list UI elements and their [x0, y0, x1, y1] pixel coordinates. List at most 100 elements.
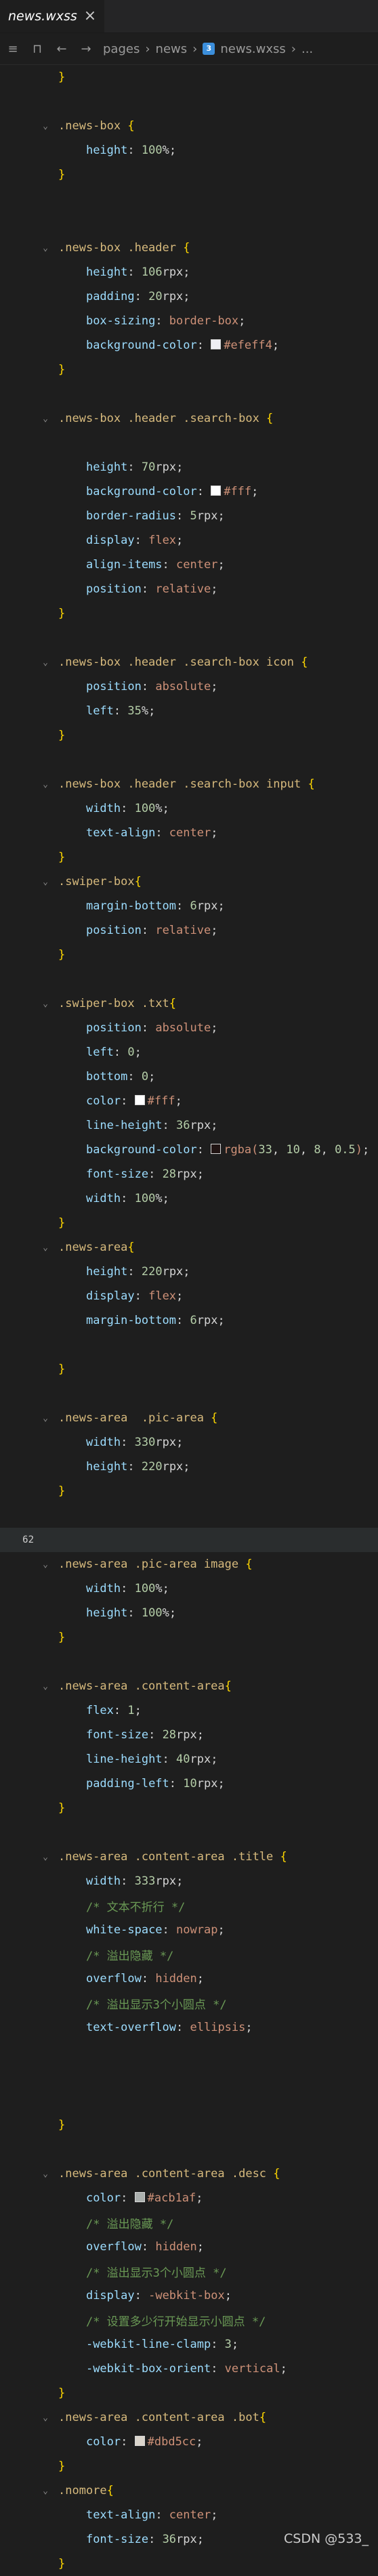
color-swatch[interactable] — [135, 2436, 145, 2446]
code-line[interactable]: display: flex; — [0, 528, 378, 553]
code-line[interactable]: overflow: hidden; — [0, 2235, 378, 2259]
code-line[interactable] — [0, 431, 378, 455]
code-line[interactable]: /* 文本不折行 */ — [0, 1893, 378, 1918]
code-line[interactable] — [0, 89, 378, 114]
code-line[interactable]: margin-bottom: 6rpx; — [0, 1308, 378, 1333]
code-line[interactable]: margin-bottom: 6rpx; — [0, 894, 378, 918]
code-line[interactable]: font-size: 28rpx; — [0, 1723, 378, 1747]
code-line[interactable] — [0, 382, 378, 406]
fold-chevron-icon[interactable]: ⌄ — [39, 779, 51, 790]
breadcrumb-item[interactable]: ... — [301, 42, 313, 56]
code-line[interactable]: align-items: center; — [0, 553, 378, 577]
code-line[interactable]: ⌄.swiper-box{ — [0, 870, 378, 894]
code-line[interactable]: } — [0, 1479, 378, 1503]
code-line[interactable]: width: 333rpx; — [0, 1869, 378, 1893]
code-line[interactable]: ⌄.news-area .pic-area { — [0, 1406, 378, 1430]
code-line[interactable]: width: 100%; — [0, 796, 378, 821]
code-line[interactable]: ⌄.news-area .content-area{ — [0, 1674, 378, 1698]
code-line[interactable]: color: #acb1af; — [0, 2186, 378, 2210]
code-line[interactable]: ⌄.nomore{ — [0, 2478, 378, 2503]
code-line[interactable]: display: flex; — [0, 1284, 378, 1308]
code-line[interactable]: font-size: 28rpx; — [0, 1162, 378, 1186]
code-line[interactable]: ⌄.news-area{ — [0, 1235, 378, 1260]
code-line[interactable]: ⌄.news-box .header .search-box { — [0, 406, 378, 431]
code-line[interactable] — [0, 967, 378, 991]
code-line[interactable]: background-color: #fff; — [0, 479, 378, 504]
code-line[interactable]: ⌄.news-box .header { — [0, 236, 378, 260]
code-line[interactable]: line-height: 40rpx; — [0, 1747, 378, 1772]
color-swatch[interactable] — [211, 339, 221, 349]
forward-arrow-icon[interactable]: → — [79, 42, 93, 56]
code-line[interactable] — [0, 2088, 378, 2113]
code-line[interactable]: position: absolute; — [0, 674, 378, 699]
tab-news-wxss[interactable]: news.wxss × — [0, 0, 104, 33]
code-editor[interactable]: } ⌄.news-box { height: 100%;} ⌄.news-box .… — [0, 65, 378, 2576]
fold-chevron-icon[interactable]: ⌄ — [39, 121, 51, 131]
breadcrumb-item[interactable]: news — [156, 42, 188, 56]
code-line[interactable]: -webkit-box-orient: vertical; — [0, 2357, 378, 2381]
code-line[interactable] — [0, 1381, 378, 1406]
code-line[interactable]: -webkit-line-clamp: 3; — [0, 2332, 378, 2357]
menu-icon[interactable]: ≡ — [5, 42, 20, 56]
code-line[interactable]: ⌄.news-area .pic-area image { — [0, 1552, 378, 1576]
code-line[interactable]: left: 0; — [0, 1040, 378, 1065]
color-swatch[interactable] — [211, 1144, 221, 1154]
fold-chevron-icon[interactable]: ⌄ — [39, 2413, 51, 2423]
fold-chevron-icon[interactable]: ⌄ — [39, 243, 51, 253]
code-line[interactable]: box-sizing: border-box; — [0, 309, 378, 333]
code-line[interactable]: } — [0, 845, 378, 870]
code-line[interactable]: ⌄.swiper-box .txt{ — [0, 991, 378, 1016]
fold-chevron-icon[interactable]: ⌄ — [39, 877, 51, 887]
code-line[interactable] — [0, 1503, 378, 1528]
fold-chevron-icon[interactable]: ⌄ — [39, 658, 51, 668]
code-line[interactable]: } — [0, 1357, 378, 1381]
code-line[interactable]: width: 100%; — [0, 1576, 378, 1601]
color-swatch[interactable] — [135, 1095, 145, 1105]
code-line[interactable]: color: #dbd5cc; — [0, 2430, 378, 2454]
breadcrumb-item[interactable]: news.wxss — [220, 42, 285, 56]
code-line[interactable]: height: 106rpx; — [0, 260, 378, 284]
fold-chevron-icon[interactable]: ⌄ — [39, 2486, 51, 2496]
fold-chevron-icon[interactable]: ⌄ — [39, 1413, 51, 1423]
fold-chevron-icon[interactable]: ⌄ — [39, 1852, 51, 1862]
code-line[interactable]: } — [0, 2552, 378, 2576]
code-line[interactable]: flex: 1; — [0, 1698, 378, 1723]
code-line[interactable]: } — [0, 601, 378, 626]
code-line[interactable]: height: 220rpx; — [0, 1260, 378, 1284]
code-line[interactable]: /* 溢出显示3个小圆点 */ — [0, 2259, 378, 2283]
code-line[interactable]: text-overflow: ellipsis; — [0, 2015, 378, 2040]
fold-chevron-icon[interactable]: ⌄ — [39, 1681, 51, 1692]
code-line[interactable]: overflow: hidden; — [0, 1967, 378, 1991]
fold-chevron-icon[interactable]: ⌄ — [39, 1560, 51, 1570]
fold-chevron-icon[interactable]: ⌄ — [39, 1243, 51, 1253]
code-line[interactable]: } — [0, 723, 378, 748]
code-line[interactable]: /* 溢出显示3个小圆点 */ — [0, 1991, 378, 2015]
code-line[interactable]: height: 100%; — [0, 1601, 378, 1625]
code-line[interactable]: } — [0, 358, 378, 382]
code-line[interactable]: /* 设置多少行开始显示小圆点 */ — [0, 2308, 378, 2332]
code-line[interactable]: white-space: nowrap; — [0, 1918, 378, 1942]
code-line[interactable]: height: 70rpx; — [0, 455, 378, 479]
code-line[interactable]: } — [0, 65, 378, 89]
code-line[interactable]: ⌄.news-box { — [0, 114, 378, 138]
code-line[interactable]: ⌄.news-area .content-area .bot{ — [0, 2405, 378, 2430]
code-line[interactable]: position: relative; — [0, 577, 378, 601]
code-line[interactable] — [0, 626, 378, 650]
code-line[interactable]: position: absolute; — [0, 1016, 378, 1040]
code-line[interactable] — [0, 1650, 378, 1674]
code-line[interactable]: width: 100%; — [0, 1186, 378, 1211]
code-line[interactable]: } — [0, 2454, 378, 2478]
close-icon[interactable]: × — [84, 9, 96, 24]
code-line[interactable] — [0, 748, 378, 772]
fold-chevron-icon[interactable]: ⌄ — [39, 414, 51, 424]
code-line[interactable]: } — [0, 163, 378, 187]
code-line[interactable] — [0, 2137, 378, 2162]
color-swatch[interactable] — [211, 486, 221, 496]
fold-chevron-icon[interactable]: ⌄ — [39, 999, 51, 1009]
code-line[interactable]: background-color: rgba(33, 10, 8, 0.5); — [0, 1138, 378, 1162]
code-line[interactable] — [0, 187, 378, 211]
code-line[interactable]: text-align: center; — [0, 821, 378, 845]
code-line[interactable]: padding: 20rpx; — [0, 284, 378, 309]
bookmark-icon[interactable]: ⊓ — [30, 42, 45, 56]
code-line[interactable]: /* 溢出隐藏 */ — [0, 2210, 378, 2235]
